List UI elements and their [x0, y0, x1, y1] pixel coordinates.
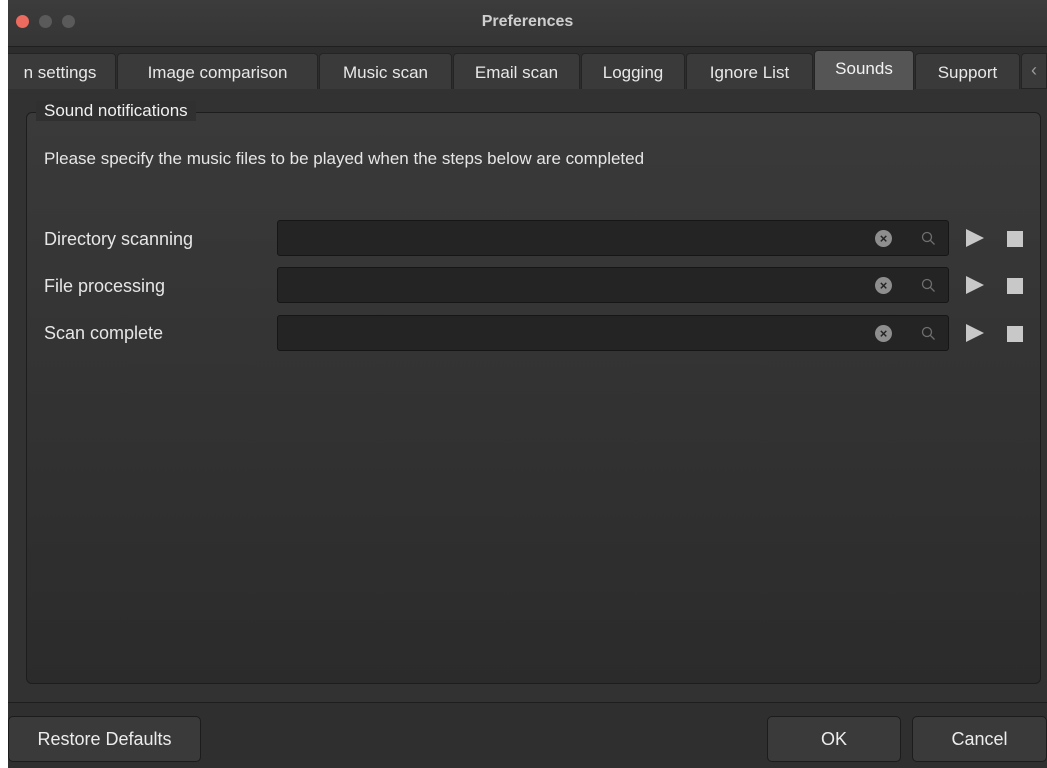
ok-button[interactable]: OK [767, 716, 901, 762]
tab-main-settings[interactable]: n settings [8, 53, 116, 89]
directory-scanning-label: Directory scanning [44, 229, 194, 249]
tab-scroll-left-icon[interactable]: ‹ [1021, 53, 1047, 89]
preferences-window: Preferences n settings Image comparison … [8, 0, 1047, 768]
tab-ignore-list[interactable]: Ignore List [686, 53, 813, 89]
tab-image-comparison[interactable]: Image comparison [117, 53, 318, 89]
search-icon[interactable] [921, 278, 936, 293]
directory-scanning-input[interactable] [284, 225, 858, 253]
directory-scanning-field: × [277, 220, 949, 256]
tab-email-scan[interactable]: Email scan [453, 53, 580, 89]
sound-notifications-description: Please specify the music files to be pla… [44, 149, 645, 168]
tab-logging[interactable]: Logging [581, 53, 685, 89]
stop-icon[interactable] [1007, 326, 1023, 342]
play-icon[interactable] [964, 227, 986, 249]
scan-complete-input[interactable] [284, 320, 858, 348]
clear-icon[interactable]: × [875, 230, 892, 247]
clear-icon[interactable]: × [875, 325, 892, 342]
search-icon[interactable] [921, 231, 936, 246]
file-processing-field: × [277, 267, 949, 303]
window-title: Preferences [481, 13, 574, 30]
tab-sounds[interactable]: Sounds [814, 50, 914, 90]
clear-icon[interactable]: × [875, 277, 892, 294]
scan-complete-label: Scan complete [44, 323, 164, 343]
tab-support[interactable]: Support [915, 53, 1020, 89]
play-icon[interactable] [964, 274, 986, 296]
play-icon[interactable] [964, 322, 986, 344]
sound-notifications-group [26, 112, 1041, 684]
stop-icon[interactable] [1007, 231, 1023, 247]
cancel-button[interactable]: Cancel [912, 716, 1047, 762]
file-processing-input[interactable] [284, 272, 858, 300]
tab-music-scan[interactable]: Music scan [319, 53, 452, 89]
tab-bar: n settings Image comparison Music scan E… [8, 47, 1047, 90]
scan-complete-field: × [277, 315, 949, 351]
search-icon[interactable] [921, 326, 936, 341]
restore-defaults-button[interactable]: Restore Defaults [8, 716, 201, 762]
file-processing-label: File processing [44, 276, 166, 296]
title-bar: Preferences [8, 0, 1047, 47]
stop-icon[interactable] [1007, 278, 1023, 294]
group-title: Sound notifications [36, 101, 196, 121]
